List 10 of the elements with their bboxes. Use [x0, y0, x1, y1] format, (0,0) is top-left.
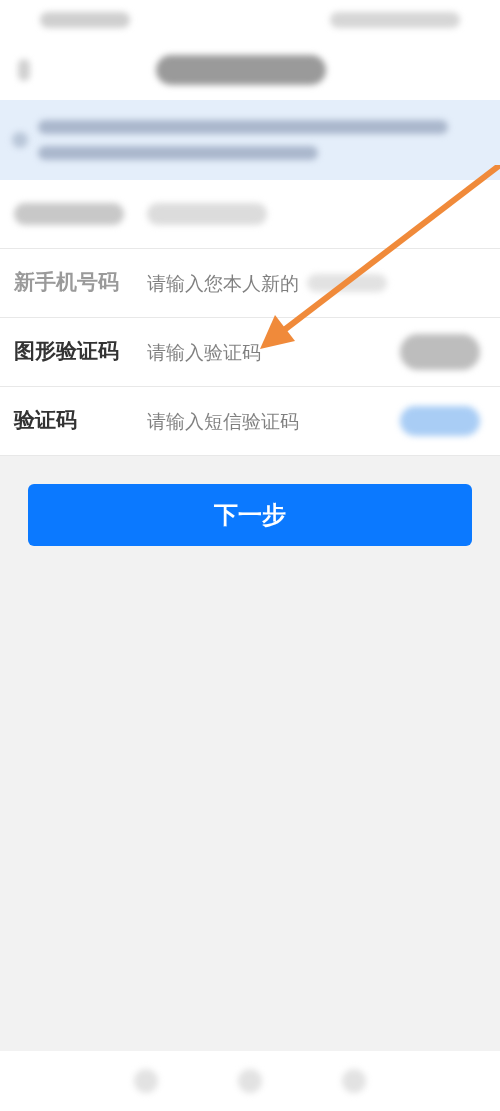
- field-label: 验证码: [14, 407, 77, 435]
- input-field[interactable]: 请输入短信验证码: [147, 406, 347, 436]
- input-field[interactable]: 请输入您本人新的: [147, 268, 303, 298]
- next-button[interactable]: 下一步: [28, 484, 472, 546]
- back-nav-icon: [134, 1069, 158, 1093]
- input-field[interactable]: 请输入验证码: [147, 337, 347, 367]
- field-label: 图形验证码: [14, 338, 119, 366]
- home-nav-icon: [238, 1069, 262, 1093]
- field-label: 新手机号码: [14, 269, 119, 297]
- recent-apps-icon: [342, 1069, 366, 1093]
